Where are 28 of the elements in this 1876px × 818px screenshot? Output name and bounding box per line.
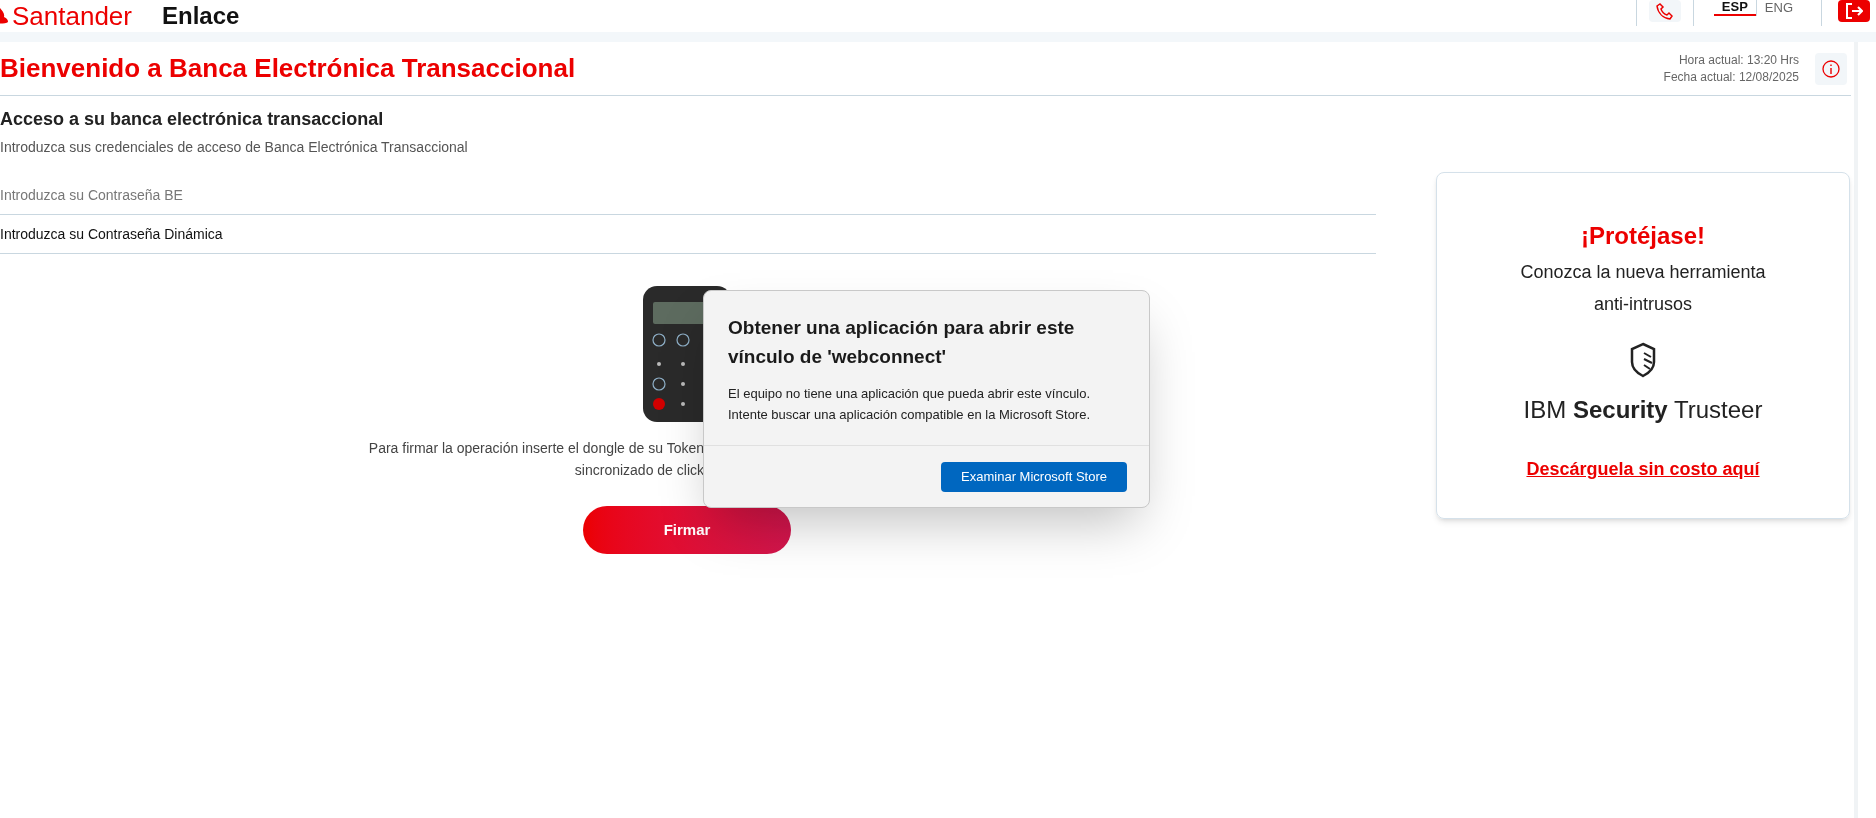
info-button[interactable] [1815, 52, 1847, 85]
current-date: Fecha actual: 12/08/2025 [1663, 68, 1799, 86]
shield-icon [1629, 342, 1657, 378]
info-icon [1822, 59, 1840, 78]
product-name: Enlace [162, 4, 240, 28]
dialog-title: Obtener una aplicación para abrir este vínculo de 'webconnect' [728, 316, 1076, 369]
promo-title: ¡Protéjase! [1580, 221, 1705, 251]
sign-button[interactable]: Firmar [583, 506, 791, 554]
brand-text: IBM Security Trusteer [1523, 395, 1763, 425]
brand-logo: Santander [12, 3, 132, 29]
logout-button[interactable] [1838, 0, 1870, 22]
store-button[interactable]: Examinar Microsoft Store [941, 461, 1127, 492]
page-title: Bienvenido a Banca Electrónica Transaccional [0, 52, 576, 85]
password-field[interactable]: Introduzca su Contraseña BE [0, 184, 1376, 206]
instruction-text: Para firmar la operación inserte el dongle de su Token [368, 439, 704, 458]
logout-icon [1845, 3, 1863, 19]
dialog-message: El equipo no tiene una aplicación que pueda abrir este vínculo. Intente buscar una aplicación compatible en la Microsoft Store. [728, 385, 1092, 424]
section-subtitle: Introduzca sus credenciales de acceso de Banca Electrónica Transaccional [0, 138, 469, 157]
current-time: Hora actual: 13:20 Hrs [1677, 51, 1799, 69]
promo-text: Conozca la nueva herramienta anti-intrusos [1519, 261, 1767, 316]
instruction-text: sincronizado de click [574, 461, 704, 480]
phone-button[interactable] [1648, 0, 1681, 22]
download-link[interactable]: Descárguela sin costo aquí [1526, 456, 1760, 483]
section-heading: Acceso a su banca electrónica transaccional [0, 108, 385, 131]
language-tab[interactable]: ENG [1755, 0, 1801, 16]
language-tab[interactable]: ESP [1713, 0, 1756, 16]
field-label: Introduzca su Contraseña Dinámica [0, 224, 223, 244]
phone-icon [1655, 2, 1674, 20]
